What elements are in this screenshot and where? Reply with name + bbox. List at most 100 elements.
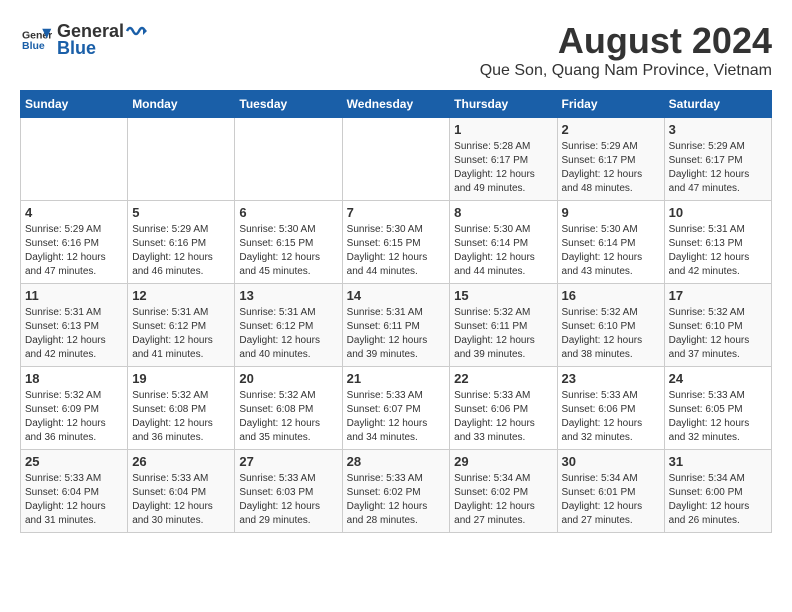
calendar-cell-w3-d6: 24 Sunrise: 5:33 AM Sunset: 6:05 PM Dayli… [664,367,771,450]
day-info: Sunrise: 5:29 AM Sunset: 6:17 PM Dayligh… [669,140,767,196]
calendar-cell-w1-d1: 5 Sunrise: 5:29 AM Sunset: 6:16 PM Daylig… [128,201,235,284]
day-info: Sunrise: 5:31 AM Sunset: 6:13 PM Dayligh… [25,306,123,362]
day-number: 18 [25,371,123,386]
svg-text:Blue: Blue [22,40,45,52]
calendar-cell-w0-d4: 1Sunrise: 5:28 AM Sunset: 6:17 PM Daylig… [450,118,557,201]
day-header-thursday: Thursday [450,91,557,118]
day-number: 15 [454,288,552,303]
calendar-cell-w1-d5: 9 Sunrise: 5:30 AM Sunset: 6:14 PM Daylig… [557,201,664,284]
day-info: Sunrise: 5:31 AM Sunset: 6:12 PM Dayligh… [132,306,230,362]
calendar-cell-w4-d5: 30 Sunrise: 5:34 AM Sunset: 6:01 PM Dayli… [557,450,664,533]
calendar-cell-w3-d5: 23 Sunrise: 5:33 AM Sunset: 6:06 PM Dayli… [557,367,664,450]
day-number: 5 [132,205,230,220]
day-number: 9 [562,205,660,220]
day-info: Sunrise: 5:33 AM Sunset: 6:04 PM Dayligh… [132,472,230,528]
day-info: Sunrise: 5:29 AM Sunset: 6:17 PM Dayligh… [562,140,660,196]
day-info: Sunrise: 5:33 AM Sunset: 6:05 PM Dayligh… [669,389,767,445]
calendar-cell-w2-d5: 16Sunrise: 5:32 AM Sunset: 6:10 PM Dayli… [557,284,664,367]
day-info: Sunrise: 5:31 AM Sunset: 6:13 PM Dayligh… [669,223,767,279]
calendar-cell-w4-d2: 27 Sunrise: 5:33 AM Sunset: 6:03 PM Dayli… [235,450,342,533]
day-number: 23 [562,371,660,386]
day-number: 27 [239,454,337,469]
day-number: 11 [25,288,123,303]
calendar-cell-w2-d2: 13 Sunrise: 5:31 AM Sunset: 6:12 PM Dayli… [235,284,342,367]
calendar-cell-w0-d3 [342,118,450,201]
day-number: 21 [347,371,446,386]
day-header-monday: Monday [128,91,235,118]
calendar-cell-w2-d4: 15Sunrise: 5:32 AM Sunset: 6:11 PM Dayli… [450,284,557,367]
calendar-cell-w2-d0: 11 Sunrise: 5:31 AM Sunset: 6:13 PM Dayli… [21,284,128,367]
month-title: August 2024 [480,20,772,62]
day-header-saturday: Saturday [664,91,771,118]
day-number: 31 [669,454,767,469]
day-info: Sunrise: 5:29 AM Sunset: 6:16 PM Dayligh… [132,223,230,279]
calendar-cell-w3-d2: 20 Sunrise: 5:32 AM Sunset: 6:08 PM Dayli… [235,367,342,450]
day-info: Sunrise: 5:32 AM Sunset: 6:10 PM Dayligh… [669,306,767,362]
day-number: 25 [25,454,123,469]
day-info: Sunrise: 5:32 AM Sunset: 6:10 PM Dayligh… [562,306,660,362]
day-number: 26 [132,454,230,469]
calendar-cell-w0-d1 [128,118,235,201]
calendar-cell-w0-d5: 2Sunrise: 5:29 AM Sunset: 6:17 PM Daylig… [557,118,664,201]
day-info: Sunrise: 5:29 AM Sunset: 6:16 PM Dayligh… [25,223,123,279]
day-number: 4 [25,205,123,220]
day-info: Sunrise: 5:32 AM Sunset: 6:08 PM Dayligh… [239,389,337,445]
day-info: Sunrise: 5:30 AM Sunset: 6:15 PM Dayligh… [347,223,446,279]
day-number: 1 [454,122,552,137]
calendar-cell-w0-d6: 3 Sunrise: 5:29 AM Sunset: 6:17 PM Daylig… [664,118,771,201]
day-number: 30 [562,454,660,469]
day-info: Sunrise: 5:30 AM Sunset: 6:14 PM Dayligh… [562,223,660,279]
calendar-cell-w1-d2: 6Sunrise: 5:30 AM Sunset: 6:15 PM Daylig… [235,201,342,284]
day-info: Sunrise: 5:31 AM Sunset: 6:12 PM Dayligh… [239,306,337,362]
day-info: Sunrise: 5:32 AM Sunset: 6:08 PM Dayligh… [132,389,230,445]
day-info: Sunrise: 5:33 AM Sunset: 6:06 PM Dayligh… [562,389,660,445]
day-info: Sunrise: 5:33 AM Sunset: 6:03 PM Dayligh… [239,472,337,528]
day-info: Sunrise: 5:30 AM Sunset: 6:15 PM Dayligh… [239,223,337,279]
day-number: 8 [454,205,552,220]
calendar-cell-w3-d1: 19Sunrise: 5:32 AM Sunset: 6:08 PM Dayli… [128,367,235,450]
calendar-cell-w0-d2 [235,118,342,201]
day-number: 24 [669,371,767,386]
day-header-wednesday: Wednesday [342,91,450,118]
day-number: 10 [669,205,767,220]
day-info: Sunrise: 5:32 AM Sunset: 6:09 PM Dayligh… [25,389,123,445]
day-info: Sunrise: 5:34 AM Sunset: 6:01 PM Dayligh… [562,472,660,528]
calendar-cell-w4-d1: 26 Sunrise: 5:33 AM Sunset: 6:04 PM Dayli… [128,450,235,533]
day-number: 17 [669,288,767,303]
header: General Blue General Blue August 2024 Qu… [20,20,772,80]
day-info: Sunrise: 5:33 AM Sunset: 6:07 PM Dayligh… [347,389,446,445]
day-number: 3 [669,122,767,137]
calendar-cell-w2-d1: 12 Sunrise: 5:31 AM Sunset: 6:12 PM Dayli… [128,284,235,367]
calendar-cell-w4-d0: 25 Sunrise: 5:33 AM Sunset: 6:04 PM Dayli… [21,450,128,533]
calendar-table: SundayMondayTuesdayWednesdayThursdayFrid… [20,90,772,533]
location-title: Que Son, Quang Nam Province, Vietnam [480,62,772,80]
day-info: Sunrise: 5:34 AM Sunset: 6:00 PM Dayligh… [669,472,767,528]
calendar-cell-w1-d0: 4 Sunrise: 5:29 AM Sunset: 6:16 PM Daylig… [21,201,128,284]
day-number: 14 [347,288,446,303]
calendar-cell-w4-d6: 31 Sunrise: 5:34 AM Sunset: 6:00 PM Dayli… [664,450,771,533]
calendar-cell-w4-d3: 28Sunrise: 5:33 AM Sunset: 6:02 PM Dayli… [342,450,450,533]
calendar-cell-w2-d6: 17 Sunrise: 5:32 AM Sunset: 6:10 PM Dayli… [664,284,771,367]
day-header-sunday: Sunday [21,91,128,118]
day-number: 22 [454,371,552,386]
day-header-tuesday: Tuesday [235,91,342,118]
day-info: Sunrise: 5:31 AM Sunset: 6:11 PM Dayligh… [347,306,446,362]
calendar-cell-w3-d0: 18 Sunrise: 5:32 AM Sunset: 6:09 PM Dayli… [21,367,128,450]
day-number: 7 [347,205,446,220]
calendar-cell-w4-d4: 29 Sunrise: 5:34 AM Sunset: 6:02 PM Dayli… [450,450,557,533]
day-header-friday: Friday [557,91,664,118]
day-number: 20 [239,371,337,386]
day-number: 12 [132,288,230,303]
day-info: Sunrise: 5:33 AM Sunset: 6:04 PM Dayligh… [25,472,123,528]
logo-wave-icon [125,20,147,42]
logo: General Blue General Blue [20,20,148,59]
day-number: 29 [454,454,552,469]
calendar-cell-w1-d3: 7 Sunrise: 5:30 AM Sunset: 6:15 PM Daylig… [342,201,450,284]
calendar-cell-w2-d3: 14 Sunrise: 5:31 AM Sunset: 6:11 PM Dayli… [342,284,450,367]
day-info: Sunrise: 5:34 AM Sunset: 6:02 PM Dayligh… [454,472,552,528]
calendar-cell-w3-d4: 22Sunrise: 5:33 AM Sunset: 6:06 PM Dayli… [450,367,557,450]
calendar-cell-w1-d4: 8Sunrise: 5:30 AM Sunset: 6:14 PM Daylig… [450,201,557,284]
day-number: 13 [239,288,337,303]
title-area: August 2024 Que Son, Quang Nam Province,… [480,20,772,80]
calendar-cell-w3-d3: 21 Sunrise: 5:33 AM Sunset: 6:07 PM Dayli… [342,367,450,450]
